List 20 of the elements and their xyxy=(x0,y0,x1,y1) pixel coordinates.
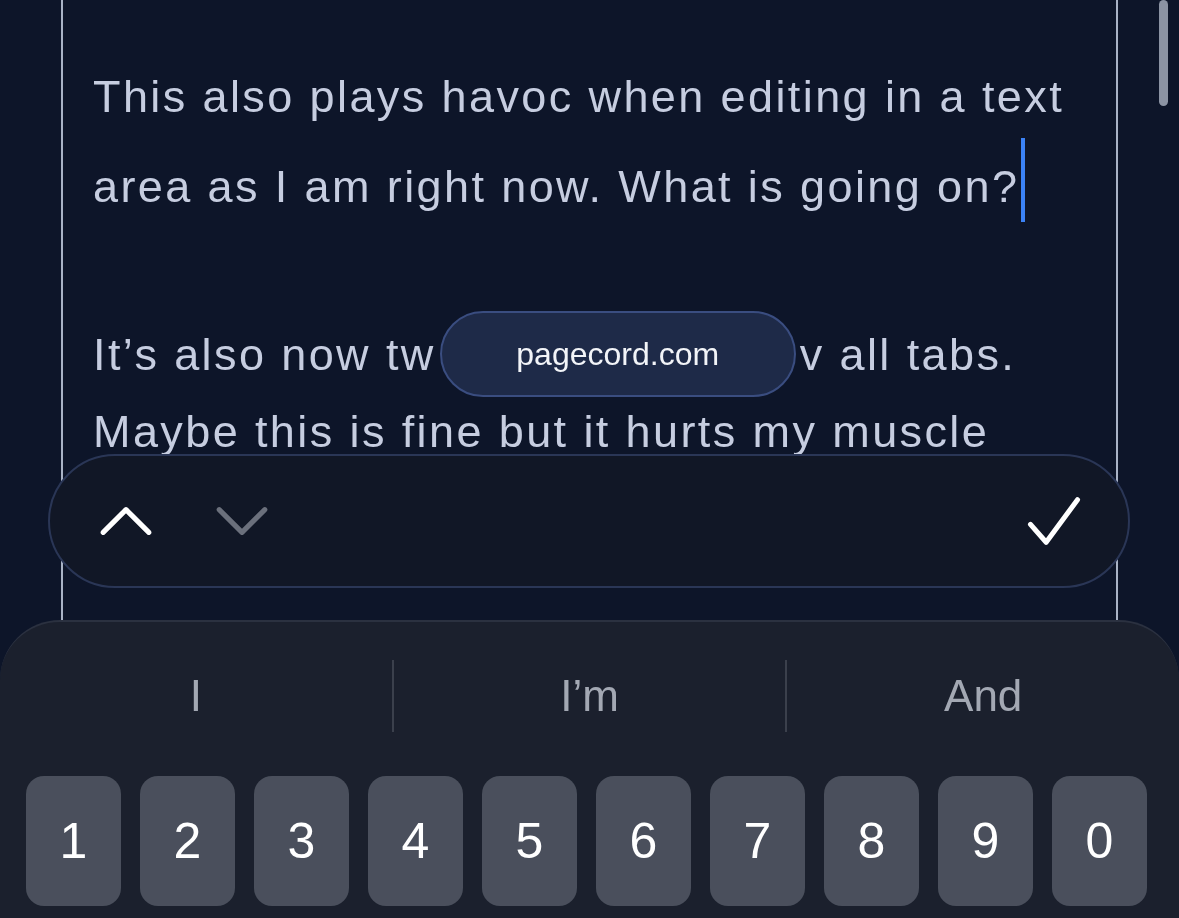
text-fragment: v all tabs. xyxy=(799,327,1017,382)
keyboard-key[interactable]: 5 xyxy=(482,776,577,906)
keyboard-key[interactable]: 0 xyxy=(1052,776,1147,906)
keyboard-key[interactable]: 6 xyxy=(596,776,691,906)
paragraph: This also plays havoc when editing in a text area as I am right now. What is going on? xyxy=(93,71,1065,212)
checkmark-icon[interactable] xyxy=(1026,495,1082,547)
scrollbar[interactable] xyxy=(1159,0,1168,106)
suggestion[interactable]: I’m xyxy=(393,671,786,721)
suggestion[interactable]: I xyxy=(0,671,392,721)
suggestion[interactable]: And xyxy=(787,671,1179,721)
address-pill[interactable]: pagecord.com xyxy=(439,311,796,397)
keyboard-key[interactable]: 7 xyxy=(710,776,805,906)
keyboard-key[interactable]: 2 xyxy=(140,776,235,906)
keyboard-key[interactable]: 8 xyxy=(824,776,919,906)
keyboard-key[interactable]: 3 xyxy=(254,776,349,906)
paragraph: Maybe this is fine but it hurts my muscle xyxy=(93,406,990,457)
keyboard-key[interactable]: 9 xyxy=(938,776,1033,906)
text-fragment: It’s also now tw xyxy=(93,327,436,382)
keyboard-key[interactable]: 1 xyxy=(26,776,121,906)
keyboard-key[interactable]: 4 xyxy=(368,776,463,906)
